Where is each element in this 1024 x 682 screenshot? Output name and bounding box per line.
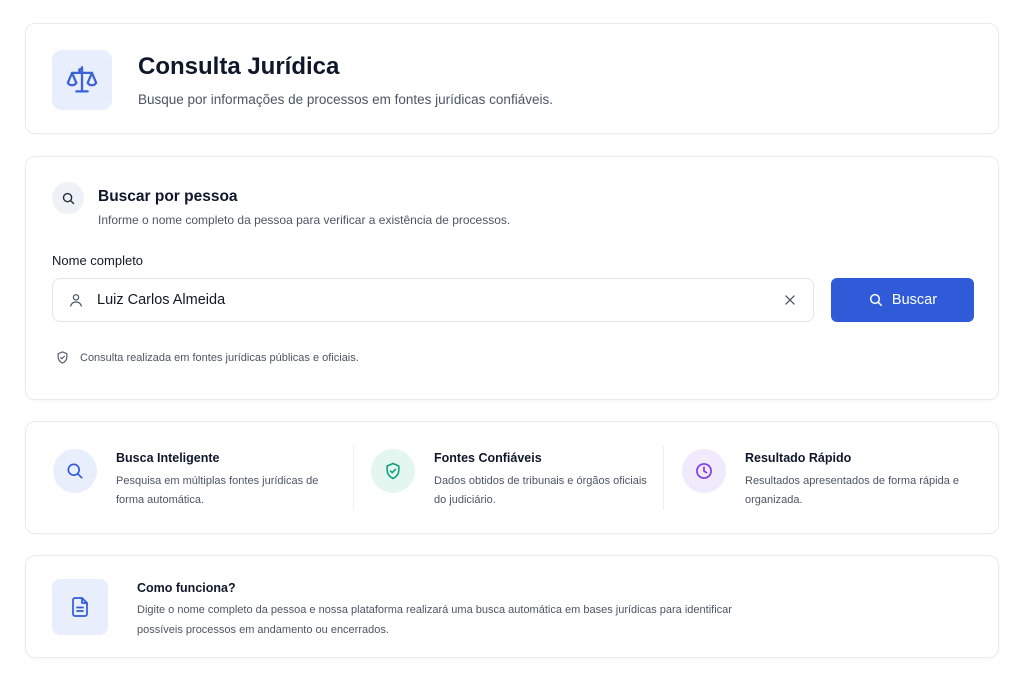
feature-title: Fontes Confiáveis <box>434 451 542 465</box>
source-note: Consulta realizada em fontes jurídicas p… <box>55 350 359 365</box>
clock-icon <box>682 449 726 493</box>
name-input[interactable] <box>97 279 737 321</box>
feature-item: Resultado Rápido Resultados apresentados… <box>682 446 972 512</box>
feature-item: Busca Inteligente Pesquisa em múltiplas … <box>53 446 343 512</box>
scale-icon <box>52 50 112 110</box>
feature-description: Pesquisa em múltiplas fontes jurídicas d… <box>116 475 319 506</box>
how-it-works-title: Como funciona? <box>137 581 236 595</box>
search-icon <box>53 449 97 493</box>
search-section-subtitle: Informe o nome completo da pessoa para v… <box>98 213 511 227</box>
shield-check-icon <box>55 350 70 365</box>
source-note-text: Consulta realizada em fontes jurídicas p… <box>80 351 359 364</box>
feature-divider <box>663 446 664 510</box>
feature-title: Resultado Rápido <box>745 451 852 465</box>
shield-check-icon <box>371 449 415 493</box>
how-it-works-card: Como funciona? Digite o nome completo da… <box>25 555 999 658</box>
name-field-label: Nome completo <box>52 253 144 268</box>
feature-title: Busca Inteligente <box>116 451 220 465</box>
search-icon <box>52 182 84 214</box>
feature-item: Fontes Confiáveis Dados obtidos de tribu… <box>371 446 661 512</box>
search-card: Buscar por pessoa Informe o nome complet… <box>25 156 999 400</box>
page-title: Consulta Jurídica <box>138 53 340 80</box>
name-field[interactable] <box>52 278 814 322</box>
search-button-label: Buscar <box>891 292 938 308</box>
search-section-title: Buscar por pessoa <box>98 188 238 205</box>
search-button-icon <box>868 292 884 308</box>
search-button[interactable]: Buscar <box>831 278 974 322</box>
user-icon <box>68 292 84 308</box>
features-card: Busca Inteligente Pesquisa em múltiplas … <box>25 421 999 534</box>
feature-description: Resultados apresentados de forma rápida … <box>745 475 960 506</box>
document-icon <box>52 579 108 635</box>
clear-input-icon[interactable] <box>781 291 799 309</box>
feature-divider <box>353 446 354 510</box>
how-it-works-description: Digite o nome completo da pessoa e nossa… <box>137 604 732 636</box>
page-subtitle: Busque por informações de processos em f… <box>138 92 553 107</box>
header-card: Consulta Jurídica Busque por informações… <box>25 23 999 134</box>
feature-description: Dados obtidos de tribunais e órgãos ofic… <box>434 475 647 506</box>
